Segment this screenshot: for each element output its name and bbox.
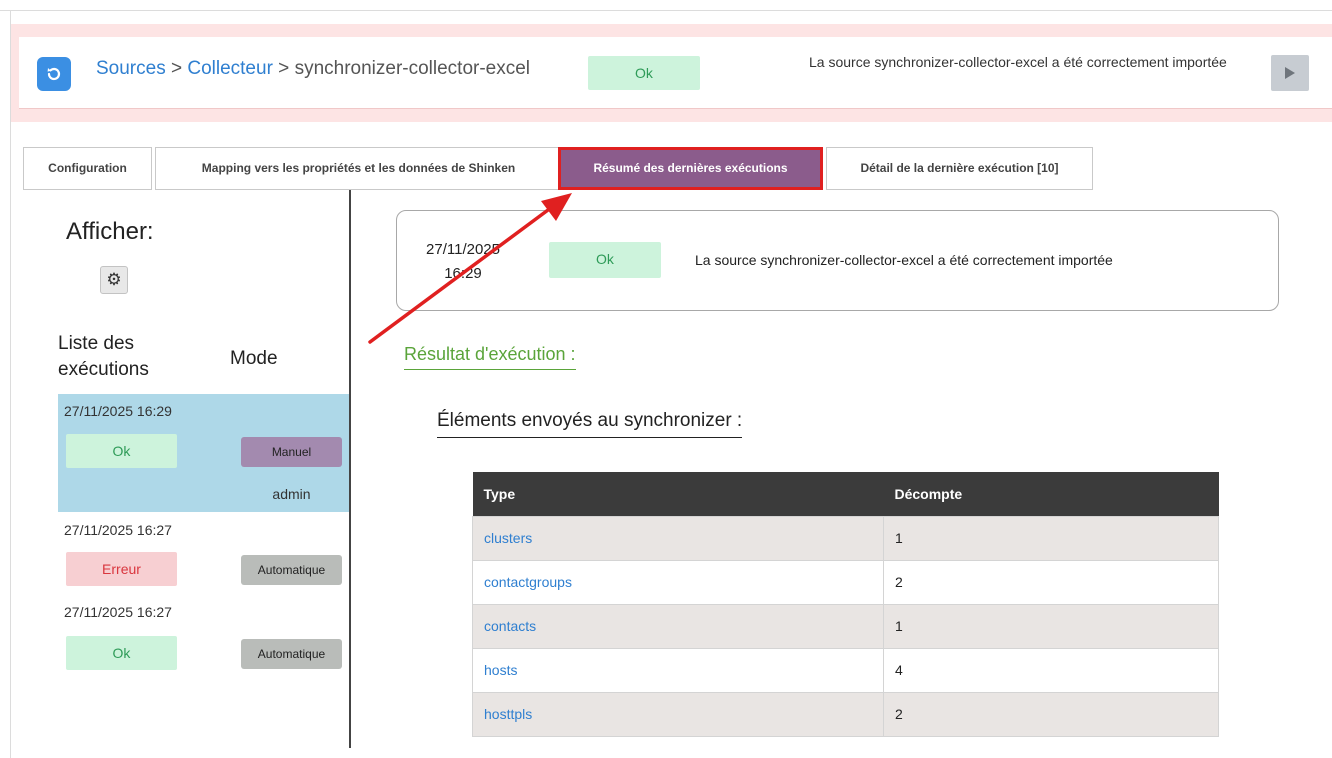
count-cell: 2 xyxy=(883,559,1219,605)
execution-status-badge: Erreur xyxy=(66,552,177,586)
breadcrumb-separator: > xyxy=(165,58,188,79)
header-status-message: La source synchronizer-collector-excel a… xyxy=(809,54,1227,70)
execution-status-badge: Ok xyxy=(66,434,177,468)
breadcrumb: Sources > Collecteur > synchronizer-coll… xyxy=(96,58,530,80)
executions-list-header: Liste des exécutions xyxy=(58,333,149,380)
breadcrumb-collecteur-link[interactable]: Collecteur xyxy=(187,58,273,79)
summary-date: 27/11/2025 xyxy=(426,241,500,258)
count-cell: 1 xyxy=(883,603,1219,649)
sent-elements-table: Type Décompte clusters 1 contactgroups 2… xyxy=(472,472,1219,737)
gear-icon: ⚙ xyxy=(106,270,122,289)
count-cell: 4 xyxy=(883,647,1219,693)
tab-mapping[interactable]: Mapping vers les propriétés et les donné… xyxy=(155,147,561,190)
column-header-type: Type xyxy=(472,472,884,516)
table-row: hosttpls 2 xyxy=(472,691,1219,737)
run-button[interactable] xyxy=(1271,55,1309,91)
count-cell: 1 xyxy=(883,515,1219,561)
execution-date: 27/11/2025 16:27 xyxy=(64,522,172,538)
execution-status-badge: Ok xyxy=(66,636,177,670)
top-divider xyxy=(0,10,1332,11)
breadcrumb-sources-link[interactable]: Sources xyxy=(96,58,166,79)
table-header-row: Type Décompte xyxy=(472,472,1219,516)
tab-configuration[interactable]: Configuration xyxy=(23,147,152,190)
tab-detail-derniere-execution[interactable]: Détail de la dernière exécution [10] xyxy=(826,147,1093,190)
table-row: contactgroups 2 xyxy=(472,559,1219,605)
execution-mode-badge: Automatique xyxy=(241,555,342,585)
table-row: clusters 1 xyxy=(472,515,1219,561)
count-cell: 2 xyxy=(883,691,1219,737)
execution-mode-badge: Automatique xyxy=(241,639,342,669)
refresh-icon xyxy=(47,67,61,81)
type-link[interactable]: hosts xyxy=(484,662,517,678)
execution-row[interactable]: 27/11/2025 16:27 Ok Automatique xyxy=(58,592,349,682)
left-divider xyxy=(10,10,11,758)
type-link[interactable]: clusters xyxy=(484,530,532,546)
type-link[interactable]: contacts xyxy=(484,618,536,634)
execution-result-title: Résultat d'exécution : xyxy=(404,344,576,370)
execution-date: 27/11/2025 16:29 xyxy=(64,403,172,419)
display-settings-button[interactable]: ⚙ xyxy=(100,266,128,294)
summary-status-badge: Ok xyxy=(549,242,661,278)
execution-mode-badge: Manuel xyxy=(241,437,342,467)
summary-time: 16:29 xyxy=(444,265,482,282)
breadcrumb-separator: > xyxy=(272,58,295,79)
execution-date: 27/11/2025 16:27 xyxy=(64,604,172,620)
column-header-count: Décompte xyxy=(883,472,1219,516)
header-status-badge: Ok xyxy=(588,56,700,90)
table-row: contacts 1 xyxy=(472,603,1219,649)
play-icon xyxy=(1285,67,1295,79)
tab-resume-executions[interactable]: Résumé des dernières exécutions xyxy=(558,147,823,190)
mode-header: Mode xyxy=(230,348,278,369)
execution-user: admin xyxy=(272,486,311,502)
refresh-button[interactable] xyxy=(37,57,71,91)
execution-row[interactable]: 27/11/2025 16:27 Erreur Automatique xyxy=(58,512,349,592)
breadcrumb-current: synchronizer-collector-excel xyxy=(294,58,531,79)
afficher-label: Afficher: xyxy=(66,218,154,245)
type-link[interactable]: hosttpls xyxy=(484,706,532,722)
panel-divider xyxy=(349,190,351,748)
summary-message: La source synchronizer-collector-excel a… xyxy=(695,252,1113,268)
table-row: hosts 4 xyxy=(472,647,1219,693)
summary-datetime: 27/11/2025 16:29 xyxy=(418,238,508,286)
type-link[interactable]: contactgroups xyxy=(484,574,572,590)
sent-elements-title: Éléments envoyés au synchronizer : xyxy=(437,410,743,438)
execution-row[interactable]: 27/11/2025 16:29 Ok Manuel admin xyxy=(58,394,349,512)
